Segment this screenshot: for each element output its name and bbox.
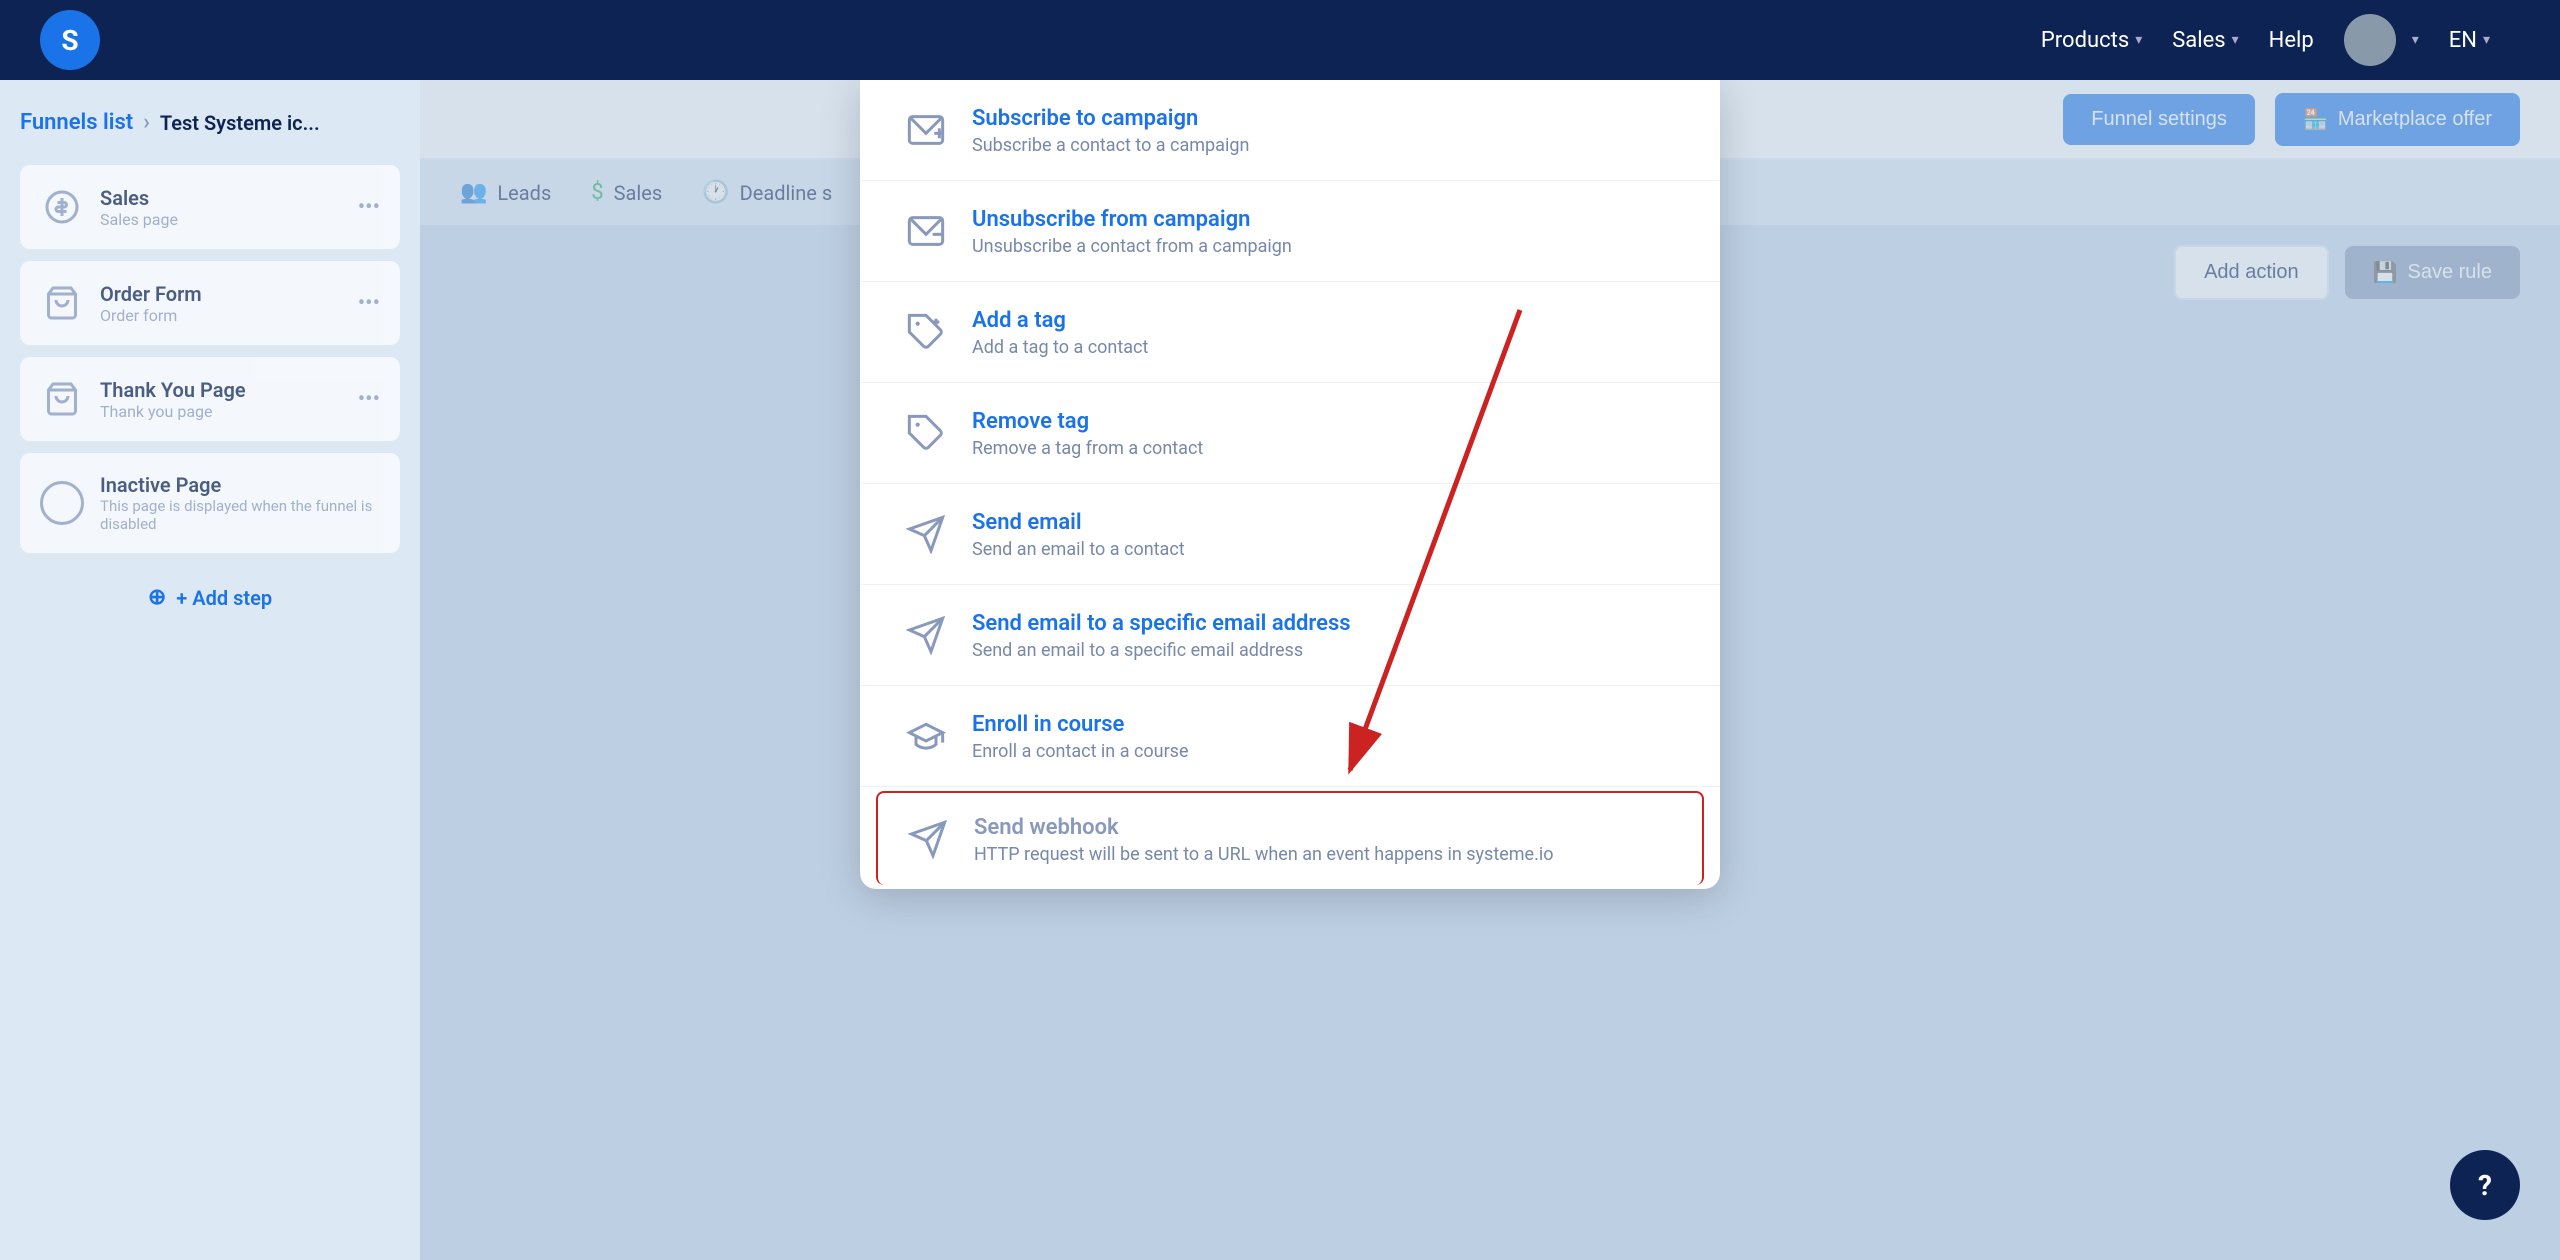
help-button[interactable]: ? — [2450, 1150, 2520, 1220]
main-layout: Funnels list › Test Systeme ic... Sales … — [0, 80, 2560, 1260]
sidebar-item-inactive-sub: This page is displayed when the funnel i… — [100, 497, 380, 533]
action-enroll-course-text: Enroll in course Enroll a contact in a c… — [972, 710, 1680, 762]
action-add-tag-title: Add a tag — [972, 308, 1680, 333]
action-item-send-email-specific[interactable]: Send email to a specific email address S… — [860, 585, 1720, 686]
action-unsubscribe-campaign-sub: Unsubscribe a contact from a campaign — [972, 236, 1680, 257]
inactive-circle-icon — [40, 481, 84, 525]
action-send-webhook-text: Send webhook HTTP request will be sent t… — [974, 813, 1678, 865]
action-subscribe-campaign-title: Subscribe to campaign — [972, 106, 1680, 131]
sidebar-item-order-form[interactable]: Order Form Order form ••• — [20, 261, 400, 345]
lang-label: EN — [2449, 28, 2477, 53]
action-dropdown: Subscribe to campaign Subscribe a contac… — [860, 80, 1720, 889]
sales-label: Sales — [2172, 28, 2225, 53]
subscribe-campaign-icon — [900, 104, 952, 156]
action-item-send-webhook[interactable]: Send webhook HTTP request will be sent t… — [876, 791, 1704, 885]
action-subscribe-campaign-sub: Subscribe a contact to a campaign — [972, 135, 1680, 156]
remove-tag-icon — [900, 407, 952, 459]
action-add-tag-text: Add a tag Add a tag to a contact — [972, 306, 1680, 358]
sidebar-item-sales-menu[interactable]: ••• — [358, 195, 380, 220]
sidebar-item-thank-you-menu[interactable]: ••• — [358, 387, 380, 412]
action-send-webhook-title: Send webhook — [974, 815, 1678, 840]
sidebar-item-thank-you[interactable]: Thank You Page Thank you page ••• — [20, 357, 400, 441]
sidebar-item-thank-you-text: Thank You Page Thank you page — [100, 378, 342, 421]
add-step-label: + Add step — [176, 586, 272, 610]
logo[interactable]: S — [40, 10, 100, 70]
action-subscribe-campaign-text: Subscribe to campaign Subscribe a contac… — [972, 104, 1680, 156]
cart-icon — [40, 281, 84, 325]
avatar-chevron-icon: ▾ — [2412, 32, 2419, 48]
products-chevron-icon: ▾ — [2135, 32, 2142, 48]
sidebar-item-sales-sub: Sales page — [100, 210, 342, 229]
send-email-icon — [900, 508, 952, 560]
right-area: Funnel settings 🏪 Marketplace offer 👥 Le… — [420, 80, 2560, 1260]
sidebar-item-sales-text: Sales Sales page — [100, 186, 342, 229]
sidebar-item-order-title: Order Form — [100, 282, 342, 306]
action-remove-tag-title: Remove tag — [972, 409, 1680, 434]
avatar[interactable] — [2344, 14, 2396, 66]
dollar-icon — [40, 185, 84, 229]
sidebar: Funnels list › Test Systeme ic... Sales … — [0, 80, 420, 1260]
add-tag-icon — [900, 306, 952, 358]
help-label: Help — [2269, 28, 2314, 53]
thank-you-cart-icon — [40, 377, 84, 421]
nav-sales[interactable]: Sales ▾ — [2172, 28, 2238, 53]
breadcrumb-separator: › — [143, 110, 150, 135]
enroll-course-icon — [900, 710, 952, 762]
action-enroll-course-sub: Enroll a contact in a course — [972, 741, 1680, 762]
sidebar-item-inactive-text: Inactive Page This page is displayed whe… — [100, 473, 380, 533]
sidebar-item-sales[interactable]: Sales Sales page ••• — [20, 165, 400, 249]
nav-links: Products ▾ Sales ▾ Help ▾ EN ▾ — [2041, 14, 2490, 66]
unsubscribe-campaign-icon — [900, 205, 952, 257]
add-step-button[interactable]: ⊕ + Add step — [20, 585, 400, 610]
action-send-webhook-sub: HTTP request will be sent to a URL when … — [974, 844, 1678, 865]
sidebar-item-thank-you-sub: Thank you page — [100, 402, 342, 421]
sidebar-item-inactive[interactable]: Inactive Page This page is displayed whe… — [20, 453, 400, 553]
sidebar-item-order-sub: Order form — [100, 306, 342, 325]
breadcrumb: Funnels list › Test Systeme ic... — [20, 110, 400, 135]
sidebar-item-thank-you-title: Thank You Page — [100, 378, 342, 402]
nav-help[interactable]: Help — [2269, 28, 2314, 53]
sales-chevron-icon: ▾ — [2232, 32, 2239, 48]
action-add-tag-sub: Add a tag to a contact — [972, 337, 1680, 358]
breadcrumb-part1[interactable]: Funnels list — [20, 110, 133, 135]
action-item-unsubscribe-campaign[interactable]: Unsubscribe from campaign Unsubscribe a … — [860, 181, 1720, 282]
nav-lang[interactable]: EN ▾ — [2449, 28, 2490, 53]
action-remove-tag-text: Remove tag Remove a tag from a contact — [972, 407, 1680, 459]
nav-products[interactable]: Products ▾ — [2041, 28, 2142, 53]
sidebar-item-sales-title: Sales — [100, 186, 342, 210]
add-step-plus-icon: ⊕ — [148, 585, 166, 610]
action-unsubscribe-campaign-title: Unsubscribe from campaign — [972, 207, 1680, 232]
products-label: Products — [2041, 28, 2129, 53]
action-unsubscribe-campaign-text: Unsubscribe from campaign Unsubscribe a … — [972, 205, 1680, 257]
action-item-subscribe-campaign[interactable]: Subscribe to campaign Subscribe a contac… — [860, 80, 1720, 181]
action-item-send-email[interactable]: Send email Send an email to a contact — [860, 484, 1720, 585]
top-nav: S Products ▾ Sales ▾ Help ▾ EN ▾ — [0, 0, 2560, 80]
action-send-email-specific-text: Send email to a specific email address S… — [972, 609, 1680, 661]
action-send-email-title: Send email — [972, 510, 1680, 535]
send-webhook-icon — [902, 813, 954, 865]
lang-chevron-icon: ▾ — [2483, 32, 2490, 48]
action-item-add-tag[interactable]: Add a tag Add a tag to a contact — [860, 282, 1720, 383]
action-item-enroll-course[interactable]: Enroll in course Enroll a contact in a c… — [860, 686, 1720, 787]
action-send-email-sub: Send an email to a contact — [972, 539, 1680, 560]
action-send-email-specific-sub: Send an email to a specific email addres… — [972, 640, 1680, 661]
breadcrumb-part2: Test Systeme ic... — [160, 111, 320, 135]
action-enroll-course-title: Enroll in course — [972, 712, 1680, 737]
action-send-email-specific-title: Send email to a specific email address — [972, 611, 1680, 636]
action-send-email-text: Send email Send an email to a contact — [972, 508, 1680, 560]
send-email-specific-icon — [900, 609, 952, 661]
sidebar-item-inactive-title: Inactive Page — [100, 473, 380, 497]
sidebar-item-order-menu[interactable]: ••• — [358, 291, 380, 316]
action-remove-tag-sub: Remove a tag from a contact — [972, 438, 1680, 459]
action-item-remove-tag[interactable]: Remove tag Remove a tag from a contact — [860, 383, 1720, 484]
sidebar-item-order-text: Order Form Order form — [100, 282, 342, 325]
